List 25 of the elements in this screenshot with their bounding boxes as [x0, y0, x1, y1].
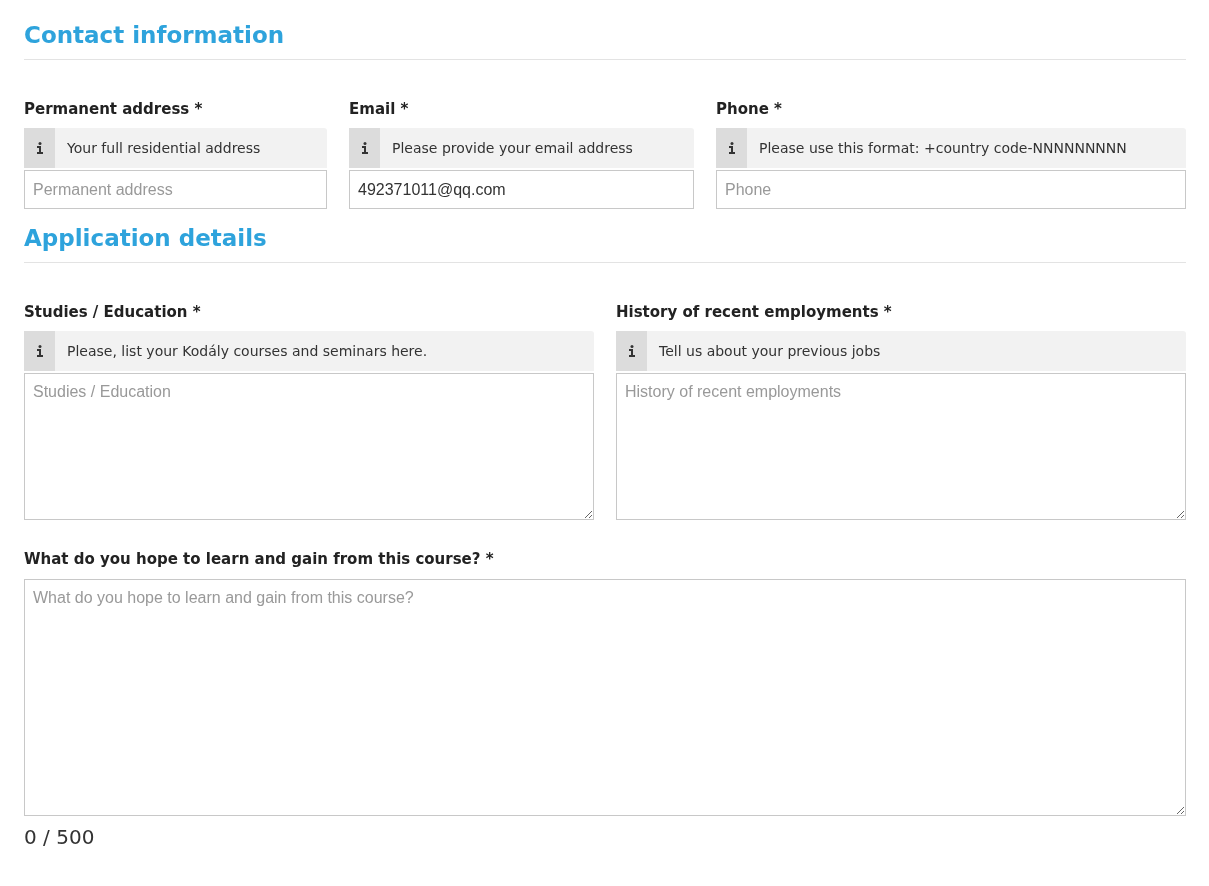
hint-text: Please provide your email address	[391, 138, 633, 158]
field-label: Permanent address *	[24, 98, 204, 120]
info-icon	[728, 142, 735, 154]
field-label: Email *	[349, 98, 410, 120]
hint-text: Your full residential address	[66, 138, 261, 158]
character-counter: 0 / 500	[24, 823, 96, 851]
field-label: What do you hope to learn and gain from this course? *	[24, 549, 495, 570]
info-icon	[628, 345, 635, 357]
hint-text: Tell us about your previous jobs	[658, 341, 881, 361]
hint-text: Please, list your Kodály courses and seminars here.	[66, 341, 428, 361]
info-icon	[36, 345, 43, 357]
section-heading: Application details	[24, 224, 268, 253]
info-icon	[361, 142, 368, 154]
text-area[interactable]: Studies / Education	[24, 373, 594, 520]
input-field[interactable]: Permanent address	[24, 170, 327, 209]
text-area[interactable]: What do you hope to learn and gain from this course?	[24, 578, 1186, 816]
field-label: History of recent employments *	[616, 301, 893, 323]
input-field[interactable]: Phone	[716, 170, 1186, 209]
field-label: Phone *	[716, 98, 783, 120]
input-field[interactable]: 492371011@qq.com	[349, 170, 694, 209]
info-icon	[36, 142, 43, 154]
field-label: Studies / Education *	[24, 301, 202, 323]
text-area[interactable]: History of recent employments	[616, 373, 1186, 520]
section-heading: Contact information	[24, 21, 286, 50]
hint-text: Please use this format: +country code-NNNNNNNNN	[758, 138, 1127, 158]
